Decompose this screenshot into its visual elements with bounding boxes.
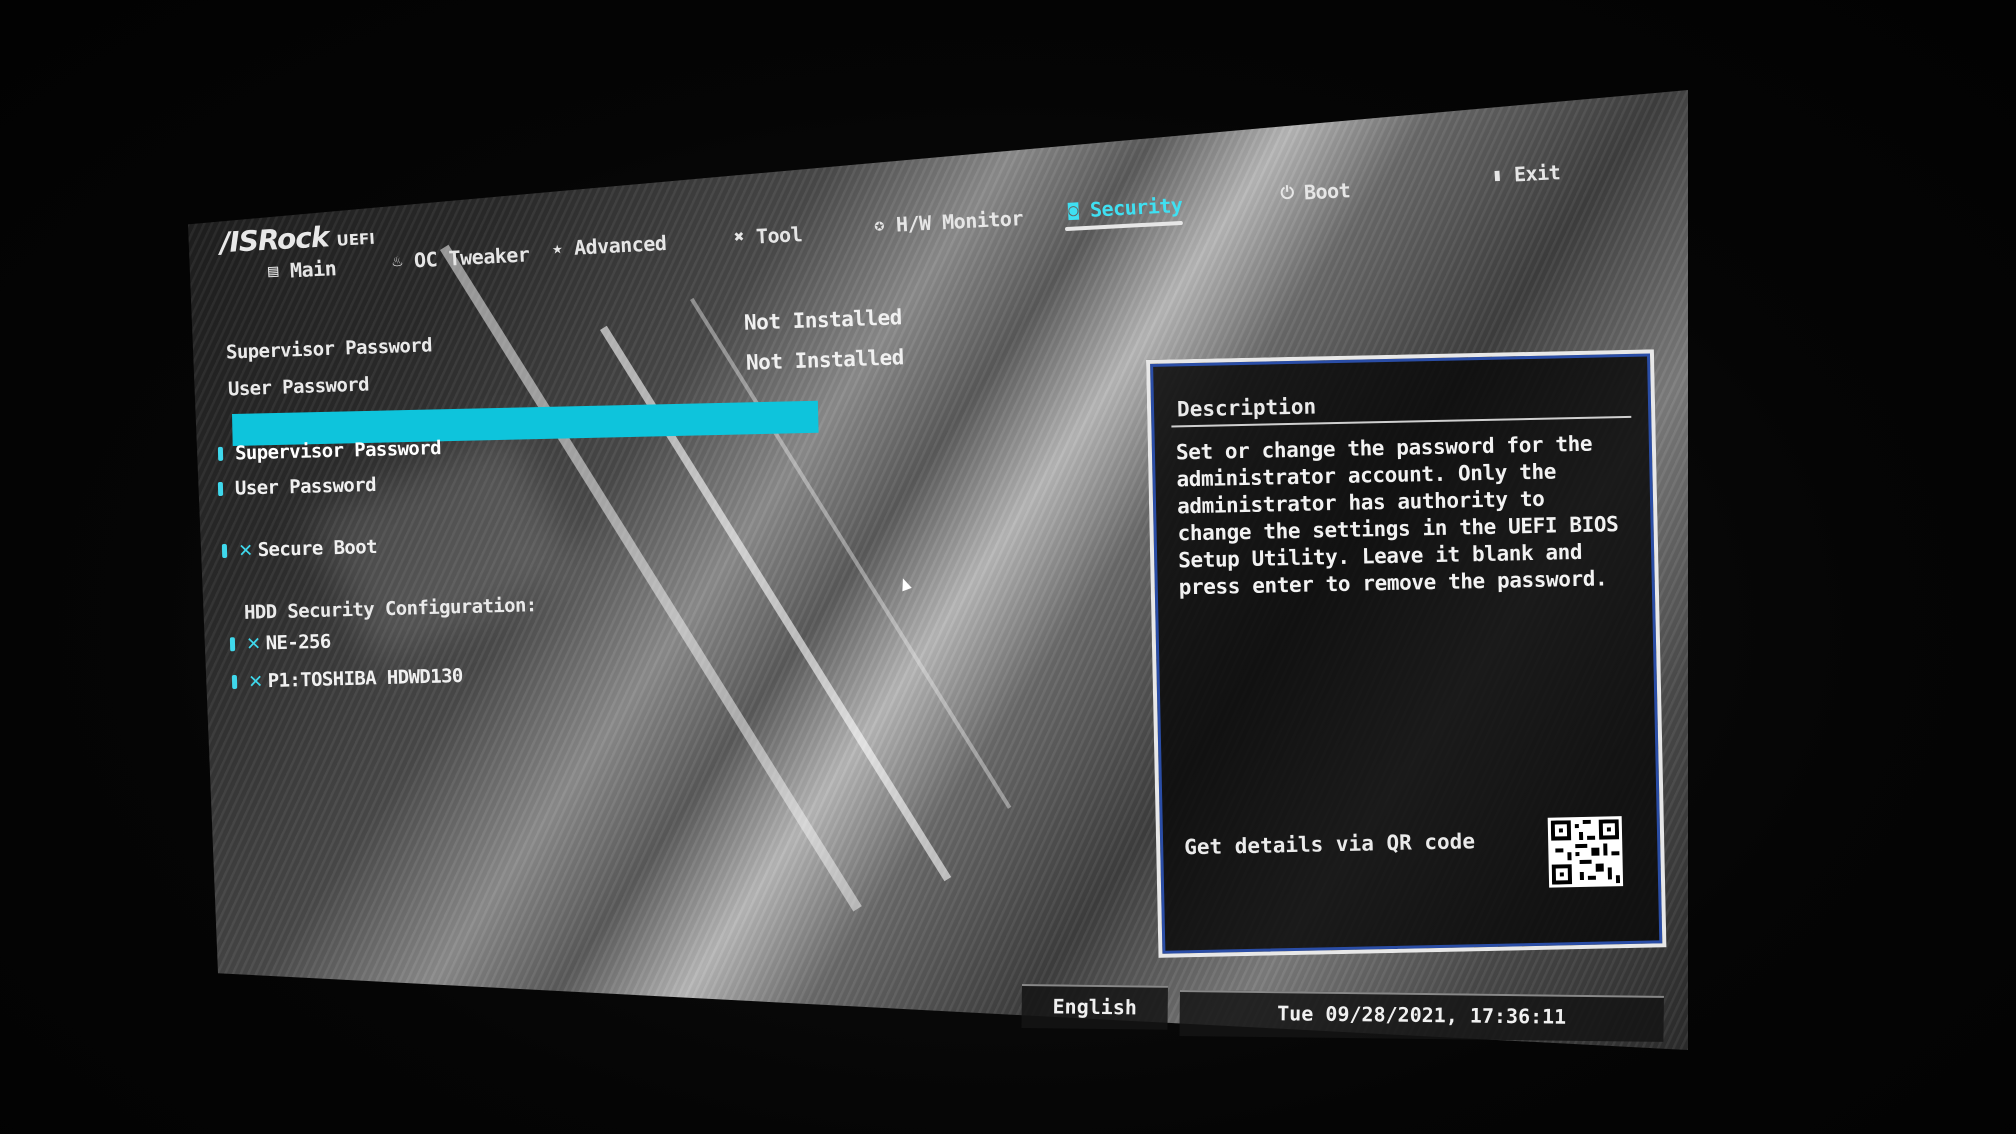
tab-label: Security	[1089, 192, 1183, 222]
tab-label: Exit	[1513, 160, 1561, 187]
power-icon: ⏻	[1280, 183, 1295, 204]
datetime-label: Tue 09/28/2021, 17:36:11	[1277, 1001, 1567, 1029]
tab-label: Boot	[1303, 178, 1351, 205]
datetime-display: Tue 09/28/2021, 17:36:11	[1179, 990, 1664, 1042]
main-icon: ▤	[267, 261, 279, 282]
language-selector[interactable]: English	[1021, 984, 1168, 1030]
wrench-icon: ✕	[238, 537, 252, 563]
brand-name: /ISRock	[219, 220, 330, 260]
shield-icon: ◙	[1067, 200, 1079, 221]
menu-label: User Password	[234, 473, 377, 500]
tab-label: Tool	[755, 222, 803, 249]
tab-label: Main	[289, 256, 337, 283]
qr-code-graphic	[1550, 819, 1621, 885]
menu-label: P1:TOSHIBA HDWD130	[267, 664, 464, 692]
tool-icon: ✖	[733, 227, 745, 248]
menu-user-password[interactable]: User Password	[217, 473, 377, 500]
tab-boot[interactable]: ⏻ Boot	[1277, 178, 1351, 206]
tab-tool[interactable]: ✖ Tool	[729, 222, 803, 250]
menu-label: Secure Boot	[257, 535, 378, 561]
flame-icon: ♨	[391, 250, 403, 272]
bullet-icon	[221, 543, 228, 558]
menu-secure-boot[interactable]: ✕ Secure Boot	[221, 534, 378, 563]
menu-label: NE-256	[265, 630, 331, 654]
bullet-icon	[217, 481, 224, 497]
brand-sub: UEFI	[336, 229, 376, 250]
exit-icon: ▮	[1491, 165, 1503, 186]
description-body: Set or change the password for the admin…	[1175, 431, 1619, 600]
language-label: English	[1052, 994, 1138, 1020]
description-title: Description	[1176, 394, 1317, 422]
menu-hdd-item[interactable]: ✕ NE-256	[229, 629, 331, 657]
wrench-icon: ✕	[246, 630, 260, 656]
description-panel: Description Set or change the password f…	[1146, 349, 1667, 958]
bullet-icon	[217, 446, 224, 461]
tab-label: Advanced	[573, 230, 667, 260]
qr-label: Get details via QR code	[1183, 829, 1476, 860]
monitor-icon: ✪	[873, 215, 885, 236]
tab-main[interactable]: ▤ Main	[263, 256, 337, 284]
tab-exit[interactable]: ▮ Exit	[1487, 160, 1561, 188]
qr-code[interactable]	[1547, 816, 1624, 888]
bullet-icon	[231, 674, 238, 689]
star-icon: ★	[551, 238, 563, 259]
wrench-icon: ✕	[248, 668, 263, 694]
bullet-icon	[229, 636, 236, 651]
